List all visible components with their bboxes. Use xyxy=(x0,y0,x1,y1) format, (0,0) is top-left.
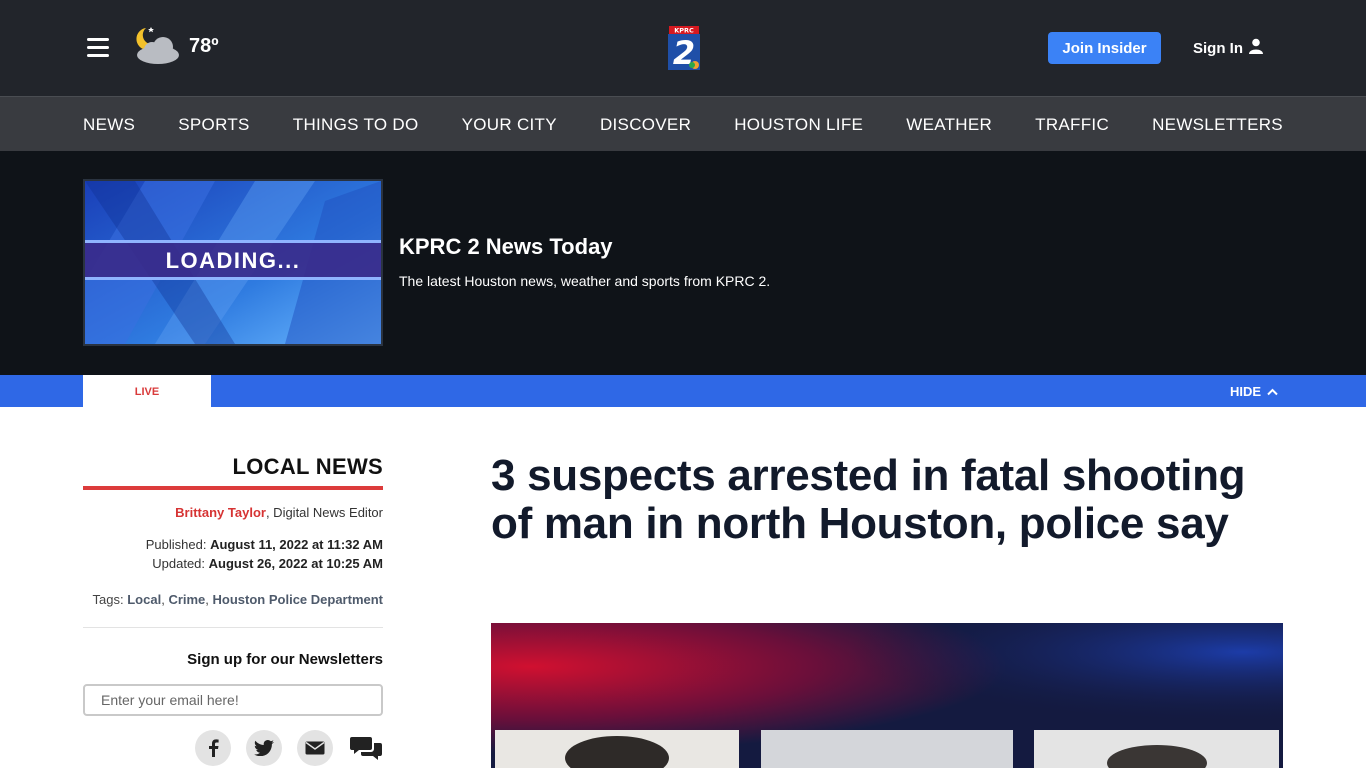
twitter-icon[interactable] xyxy=(246,730,282,766)
published-date: Published: August 11, 2022 at 11:32 AM xyxy=(146,537,383,552)
updated-value: August 26, 2022 at 10:25 AM xyxy=(208,556,383,571)
join-insider-button[interactable]: Join Insider xyxy=(1048,32,1161,64)
moon-cloud-icon[interactable] xyxy=(132,24,182,68)
section-divider xyxy=(83,486,383,490)
video-loading-text: LOADING... xyxy=(165,248,301,273)
email-icon[interactable] xyxy=(297,730,333,766)
tag-link[interactable]: Crime xyxy=(168,592,205,607)
nav-item-newsletters[interactable]: NEWSLETTERS xyxy=(1152,115,1283,135)
published-value: August 11, 2022 at 11:32 AM xyxy=(210,537,383,552)
video-title[interactable]: KPRC 2 News Today xyxy=(399,234,613,260)
article-hero-image[interactable] xyxy=(491,623,1283,768)
tag-link[interactable]: Houston Police Department xyxy=(213,592,383,607)
main-nav: NEWS SPORTS THINGS TO DO YOUR CITY DISCO… xyxy=(0,96,1366,151)
nav-item-discover[interactable]: DISCOVER xyxy=(600,115,691,135)
comments-icon[interactable] xyxy=(348,730,384,766)
section-title[interactable]: LOCAL NEWS xyxy=(233,454,383,480)
video-thumbnail[interactable]: LOADING... xyxy=(83,179,383,346)
nav-item-sports[interactable]: SPORTS xyxy=(178,115,249,135)
nav-item-news[interactable]: NEWS xyxy=(83,115,135,135)
nav-item-your-city[interactable]: YOUR CITY xyxy=(462,115,557,135)
nav-item-houston-life[interactable]: HOUSTON LIFE xyxy=(734,115,863,135)
sign-in-label: Sign In xyxy=(1193,39,1243,57)
video-description: The latest Houston news, weather and spo… xyxy=(399,273,771,289)
chevron-up-icon xyxy=(1267,384,1278,399)
share-bar xyxy=(195,730,384,766)
video-module: LOADING... KPRC 2 News Today The latest … xyxy=(0,151,1366,375)
tag-list: Tags: Local, Crime, Houston Police Depar… xyxy=(92,592,383,607)
author-role: , Digital News Editor xyxy=(265,505,383,520)
nav-item-things-to-do[interactable]: THINGS TO DO xyxy=(293,115,419,135)
newsletter-heading: Sign up for our Newsletters xyxy=(187,651,383,668)
nav-item-traffic[interactable]: TRAFFIC xyxy=(1035,115,1109,135)
published-label: Published: xyxy=(145,537,211,552)
temperature-readout[interactable]: 78º xyxy=(189,35,219,58)
nav-item-weather[interactable]: WEATHER xyxy=(906,115,992,135)
site-header: 78º KPRC 2 Join Insider Sign In xyxy=(0,0,1366,96)
divider xyxy=(83,627,383,628)
sign-in-link[interactable]: Sign In xyxy=(1193,37,1263,59)
hide-button[interactable]: HIDE xyxy=(1230,375,1278,407)
hide-label: HIDE xyxy=(1230,383,1262,399)
author-link[interactable]: Brittany Taylor xyxy=(175,505,266,520)
hamburger-menu-icon[interactable] xyxy=(87,38,109,57)
article-headline: 3 suspects arrested in fatal shooting of… xyxy=(491,451,1246,548)
user-icon xyxy=(1249,38,1263,58)
facebook-icon[interactable] xyxy=(195,730,231,766)
updated-label: Updated: xyxy=(152,556,209,571)
byline: Brittany Taylor, Digital News Editor xyxy=(175,505,383,520)
nav-list: NEWS SPORTS THINGS TO DO YOUR CITY DISCO… xyxy=(83,97,1283,152)
newsletter-email-input[interactable] xyxy=(83,684,383,716)
updated-date: Updated: August 26, 2022 at 10:25 AM xyxy=(152,556,383,571)
tag-link[interactable]: Local xyxy=(127,592,161,607)
tags-label: Tags: xyxy=(92,592,128,607)
live-tab[interactable]: LIVE xyxy=(83,375,211,407)
live-bar: LIVE HIDE xyxy=(0,375,1366,407)
kprc-2-logo[interactable]: KPRC 2 xyxy=(664,24,704,72)
